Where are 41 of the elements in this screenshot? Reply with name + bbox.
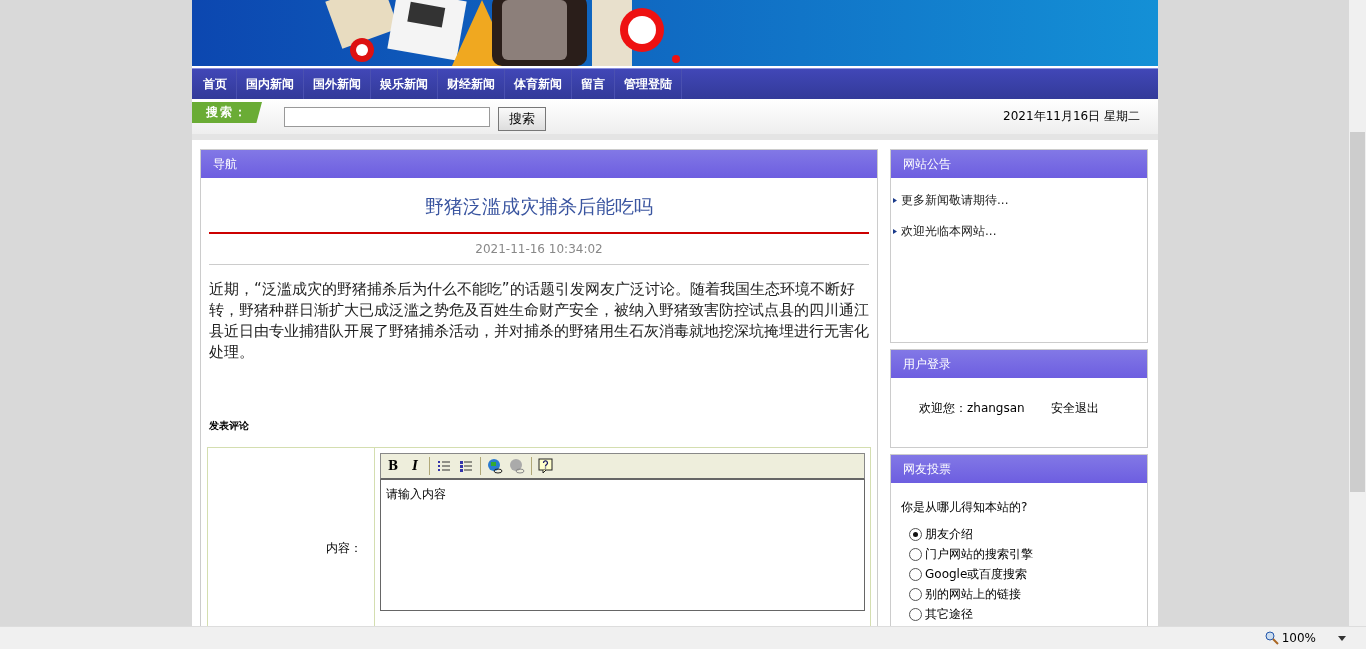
notice-link[interactable]: 欢迎光临本网站... bbox=[901, 223, 997, 240]
bullet-list-icon[interactable] bbox=[458, 458, 474, 474]
option-label[interactable]: Google或百度搜索 bbox=[925, 565, 1028, 583]
panel-header: 网友投票 bbox=[891, 455, 1147, 483]
option-label[interactable]: 朋友介绍 bbox=[925, 525, 973, 543]
option-label[interactable]: 别的网站上的链接 bbox=[925, 585, 1021, 603]
article-title: 野猪泛滥成灾捕杀后能吃吗 bbox=[209, 194, 869, 234]
option-label[interactable]: 门户网站的搜索引擎 bbox=[925, 545, 1033, 563]
panel-header: 导航 bbox=[201, 150, 877, 178]
panel-header: 用户登录 bbox=[891, 350, 1147, 378]
comment-heading: 发表评论 bbox=[209, 419, 250, 433]
search-button[interactable]: 搜索 bbox=[498, 106, 546, 131]
search-label: 搜索： bbox=[192, 102, 262, 123]
panel-header: 网站公告 bbox=[891, 150, 1147, 178]
italic-button[interactable]: I bbox=[407, 459, 423, 473]
help-icon[interactable] bbox=[538, 458, 554, 474]
notice-link[interactable]: 更多新闻敬请期待... bbox=[901, 192, 1009, 209]
radio-button[interactable] bbox=[909, 607, 922, 621]
search-field[interactable] bbox=[284, 106, 490, 127]
article-body: 近期，“泛滥成灾的野猪捕杀后为什么不能吃”的话题引发网友广泛讨论。随着我国生态环境不断好转，野猪种群日渐扩大已成泛滥之势危及百姓生命财产安全，被纳入野猪致害防控试点县的四川通江县近日由专业捕猎队开展了野猪捕杀活动，并对捕杀的野猪用生石灰消毒就地挖深坑掩埋进行无害化处理。 bbox=[209, 279, 869, 363]
logout-link[interactable]: 安全退出 bbox=[1050, 400, 1099, 417]
article-time: 2021-11-16 10:34:02 bbox=[209, 234, 869, 265]
zoom-level[interactable]: 100% bbox=[1281, 631, 1316, 645]
globe-link-icon[interactable] bbox=[487, 458, 503, 474]
welcome-text: 欢迎您：zhangsan bbox=[919, 400, 1025, 417]
chevron-icon bbox=[893, 198, 897, 203]
date-text: 2021年11月16日 星期二 bbox=[1003, 108, 1140, 125]
option-label[interactable]: 其它途径 bbox=[925, 605, 973, 623]
chevron-icon bbox=[893, 229, 897, 234]
radio-button[interactable] bbox=[909, 547, 922, 561]
scrollbar-thumb[interactable] bbox=[1350, 132, 1365, 492]
radio-button[interactable] bbox=[909, 587, 922, 601]
radio-button[interactable] bbox=[909, 527, 922, 541]
content-label: 内容： bbox=[326, 539, 362, 557]
vote-question: 你是从哪儿得知本站的? bbox=[901, 499, 1029, 516]
magnifier-icon[interactable] bbox=[1264, 631, 1279, 645]
radio-button[interactable] bbox=[909, 567, 922, 581]
caret-icon[interactable] bbox=[1338, 635, 1346, 641]
comment-textarea[interactable]: 请输入内容 bbox=[380, 480, 865, 611]
globe-unlink-icon[interactable] bbox=[509, 458, 525, 474]
bold-button[interactable]: B bbox=[385, 459, 401, 473]
